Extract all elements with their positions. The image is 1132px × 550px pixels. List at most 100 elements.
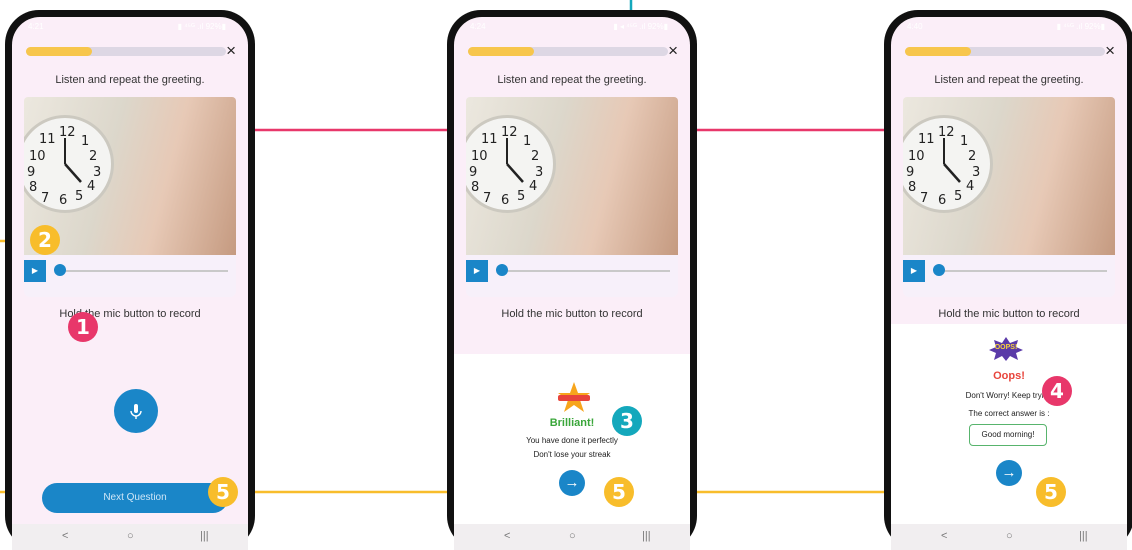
progress-bar [905, 47, 1105, 56]
svg-text:8: 8 [29, 180, 37, 195]
screen: 4:40 ▮ ⁴⁵ᴳ .ıl 92%▮ × Listen and repeat … [891, 17, 1127, 550]
status-icons: ▮ ⁴⁵ᴳ .ıl 92%▮ [1056, 22, 1105, 31]
svg-text:8: 8 [908, 180, 916, 195]
status-bar: 4:21 ▮ ⁴⁵ᴳ .ıl 92%▮ [12, 17, 248, 39]
svg-text:2: 2 [531, 149, 539, 164]
svg-text:7: 7 [483, 191, 491, 206]
prompt-text: Listen and repeat the greeting. [55, 74, 205, 86]
nav-home[interactable]: ○ [127, 530, 134, 542]
marker-5-middle: 5 [604, 477, 634, 507]
svg-text:12: 12 [59, 125, 76, 140]
svg-text:1: 1 [960, 134, 968, 149]
marker-4: 4 [1042, 376, 1072, 406]
feedback-panel-success: Brilliant! You have done it perfectly Do… [454, 354, 690, 524]
close-button[interactable]: × [668, 41, 678, 61]
star-badge-icon [558, 382, 590, 412]
svg-text:4: 4 [529, 179, 537, 194]
correct-answer-box: Good morning! [969, 424, 1047, 446]
svg-text:10: 10 [471, 149, 488, 164]
svg-text:3: 3 [535, 165, 543, 180]
svg-text:6: 6 [501, 193, 509, 208]
svg-text:2: 2 [89, 149, 97, 164]
status-bar: 4:40 ▮ ⁴⁵ᴳ .ıl 92%▮ [891, 17, 1127, 39]
audio-track[interactable] [937, 270, 1107, 272]
nav-back[interactable]: < [62, 530, 68, 542]
svg-text:12: 12 [938, 125, 955, 140]
phone-correct: 4:24 ▮ ◂ ⁴⁵ᴳ .ıl 92%▮ × Listen and repea… [447, 10, 697, 550]
record-hint: Hold the mic button to record [59, 308, 201, 320]
play-button[interactable]: ▶ [466, 260, 488, 282]
audio-scrubber[interactable] [496, 264, 508, 276]
nav-recent[interactable]: ||| [642, 530, 651, 542]
audio-track[interactable] [500, 270, 670, 272]
nav-home[interactable]: ○ [1006, 530, 1013, 542]
question-card: 12 11 1 10 2 9 3 8 4 7 6 5 ▶ [24, 97, 236, 297]
marker-3: 3 [612, 406, 642, 436]
feedback-message: You have done it perfectly [526, 436, 618, 445]
play-button[interactable]: ▶ [24, 260, 46, 282]
svg-text:3: 3 [93, 165, 101, 180]
close-button[interactable]: × [1105, 41, 1115, 61]
next-arrow-button[interactable]: → [996, 460, 1022, 486]
mic-icon [130, 404, 142, 419]
marker-1: 1 [68, 312, 98, 342]
svg-text:5: 5 [517, 189, 525, 204]
status-time: 4:21 [28, 22, 44, 31]
svg-text:10: 10 [29, 149, 46, 164]
question-image: 12 11 1 10 2 9 3 8 4 7 6 5 [903, 97, 1115, 255]
svg-text:6: 6 [938, 193, 946, 208]
audio-scrubber[interactable] [54, 264, 66, 276]
marker-5-left: 5 [208, 477, 238, 507]
audio-player: ▶ [466, 260, 678, 282]
status-icons: ▮ ◂ ⁴⁵ᴳ .ıl 92%▮ [613, 22, 668, 31]
android-nav-bar: < ○ ||| [454, 524, 690, 550]
status-time: 4:24 [470, 22, 486, 31]
android-nav-bar: < ○ ||| [891, 524, 1127, 550]
phone-incorrect: 4:40 ▮ ⁴⁵ᴳ .ıl 92%▮ × Listen and repeat … [884, 10, 1132, 550]
oops-badge-text: OOPS! [994, 344, 1018, 351]
mic-button[interactable] [114, 389, 158, 433]
svg-text:12: 12 [501, 125, 518, 140]
audio-scrubber[interactable] [933, 264, 945, 276]
progress-bar [26, 47, 226, 56]
nav-recent[interactable]: ||| [200, 530, 209, 542]
status-bar: 4:24 ▮ ◂ ⁴⁵ᴳ .ıl 92%▮ [454, 17, 690, 39]
svg-text:1: 1 [523, 134, 531, 149]
next-arrow-button[interactable]: → [559, 470, 585, 496]
svg-text:11: 11 [918, 132, 935, 147]
svg-text:3: 3 [972, 165, 980, 180]
svg-text:11: 11 [39, 132, 56, 147]
audio-track[interactable] [58, 270, 228, 272]
play-button[interactable]: ▶ [903, 260, 925, 282]
question-card: 12 11 1 10 2 9 3 8 4 7 6 5 ▶ [466, 97, 678, 297]
marker-2: 2 [30, 225, 60, 255]
svg-text:7: 7 [920, 191, 928, 206]
feedback-title: Oops! [993, 370, 1025, 382]
nav-back[interactable]: < [941, 530, 947, 542]
svg-text:9: 9 [27, 165, 35, 180]
next-question-button[interactable]: Next Question [42, 483, 228, 513]
screen: 4:21 ▮ ⁴⁵ᴳ .ıl 92%▮ × Listen and repeat … [12, 17, 248, 550]
svg-text:6: 6 [59, 193, 67, 208]
svg-text:7: 7 [41, 191, 49, 206]
svg-text:8: 8 [471, 180, 479, 195]
svg-text:10: 10 [908, 149, 925, 164]
svg-text:5: 5 [75, 189, 83, 204]
nav-recent[interactable]: ||| [1079, 530, 1088, 542]
clock-illustration: 12 11 1 10 2 9 3 8 4 7 6 5 [24, 115, 114, 213]
feedback-message: Don't Worry! Keep trying [965, 391, 1053, 400]
svg-text:4: 4 [87, 179, 95, 194]
record-hint: Hold the mic button to record [938, 308, 1080, 320]
svg-text:9: 9 [469, 165, 477, 180]
correct-answer-label: The correct answer is : [968, 409, 1050, 418]
oops-badge-icon: OOPS! [988, 336, 1024, 362]
nav-back[interactable]: < [504, 530, 510, 542]
question-image: 12 11 1 10 2 9 3 8 4 7 6 5 [466, 97, 678, 255]
android-nav-bar: < ○ ||| [12, 524, 248, 550]
nav-home[interactable]: ○ [569, 530, 576, 542]
status-icons: ▮ ⁴⁵ᴳ .ıl 92%▮ [177, 22, 226, 31]
question-card: 12 11 1 10 2 9 3 8 4 7 6 5 ▶ [903, 97, 1115, 297]
close-button[interactable]: × [226, 41, 236, 61]
feedback-streak-message: Don't lose your streak [533, 450, 611, 459]
phone-recording: 4:21 ▮ ⁴⁵ᴳ .ıl 92%▮ × Listen and repeat … [5, 10, 255, 550]
